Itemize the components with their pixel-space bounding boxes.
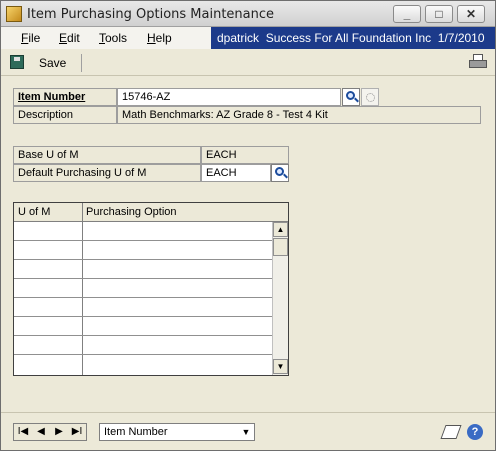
- help-icon[interactable]: ?: [467, 424, 483, 440]
- table-row[interactable]: [14, 260, 272, 279]
- floppy-disk-icon: [10, 55, 24, 69]
- toolbar-separator: [81, 54, 82, 72]
- menu-help[interactable]: Help: [147, 31, 172, 45]
- title-bar[interactable]: Item Purchasing Options Maintenance _ □ …: [1, 1, 495, 27]
- close-button[interactable]: ✕: [457, 5, 485, 23]
- item-note-button[interactable]: [361, 88, 379, 106]
- save-label: Save: [39, 56, 67, 70]
- table-row[interactable]: [14, 298, 272, 317]
- column-header-uom[interactable]: U of M: [18, 206, 50, 218]
- item-lookup-button[interactable]: [342, 88, 360, 106]
- item-number-label[interactable]: Item Number: [13, 88, 117, 106]
- first-record-icon[interactable]: I◀: [15, 425, 31, 439]
- column-header-purchasing-option[interactable]: Purchasing Option: [86, 206, 177, 218]
- chevron-down-icon[interactable]: ▼: [238, 424, 254, 440]
- table-row[interactable]: [14, 317, 272, 336]
- item-number-field[interactable]: 15746-AZ: [117, 88, 341, 106]
- table-row[interactable]: [14, 355, 272, 374]
- scroll-down-icon[interactable]: ▼: [273, 359, 288, 374]
- table-row[interactable]: [14, 222, 272, 241]
- note-icon[interactable]: [440, 425, 462, 439]
- last-record-icon[interactable]: ▶I: [69, 425, 85, 439]
- base-uom-label: Base U of M: [13, 146, 201, 164]
- default-purchasing-uom-label: Default Purchasing U of M: [13, 164, 201, 182]
- purchasing-options-grid: U of M Purchasing Option ▲ ▼: [13, 202, 289, 376]
- user-name: dpatrick: [217, 31, 260, 45]
- menu-edit[interactable]: Edit: [59, 31, 80, 45]
- minimize-button[interactable]: _: [393, 5, 421, 23]
- note-dots-icon: [366, 93, 375, 102]
- scroll-up-icon[interactable]: ▲: [273, 222, 288, 237]
- user-info-bar: dpatrick Success For All Foundation Inc …: [211, 27, 495, 49]
- base-uom-value: EACH: [201, 146, 289, 164]
- company-name: Success For All Foundation Inc: [265, 31, 432, 45]
- bottom-bar: I◀ ◀ ▶ ▶I Item Number ▼ ?: [1, 412, 495, 450]
- table-row[interactable]: [14, 336, 272, 355]
- record-navigation: I◀ ◀ ▶ ▶I: [13, 423, 87, 441]
- description-label: Description: [13, 106, 117, 124]
- menu-file[interactable]: File: [21, 31, 40, 45]
- grid-scrollbar[interactable]: ▲ ▼: [272, 222, 288, 375]
- default-purchasing-uom-field[interactable]: EACH: [201, 164, 271, 182]
- maximize-button[interactable]: □: [425, 5, 453, 23]
- sort-by-dropdown[interactable]: Item Number ▼: [99, 423, 255, 441]
- description-value: Math Benchmarks: AZ Grade 8 - Test 4 Kit: [117, 106, 481, 124]
- menu-tools[interactable]: Tools: [99, 31, 127, 45]
- toolbar: Save: [1, 50, 495, 76]
- window-title: Item Purchasing Options Maintenance: [27, 7, 275, 22]
- printer-icon[interactable]: [469, 54, 487, 70]
- scroll-thumb[interactable]: [273, 238, 288, 256]
- grid-header: U of M Purchasing Option: [14, 203, 288, 222]
- save-button[interactable]: Save: [7, 54, 77, 72]
- app-icon: [6, 6, 22, 22]
- table-row[interactable]: [14, 279, 272, 298]
- item-purchasing-options-window: Item Purchasing Options Maintenance _ □ …: [0, 0, 496, 451]
- uom-lookup-button[interactable]: [271, 164, 289, 182]
- table-row[interactable]: [14, 241, 272, 260]
- previous-record-icon[interactable]: ◀: [33, 425, 49, 439]
- user-date: 1/7/2010: [437, 31, 485, 45]
- next-record-icon[interactable]: ▶: [51, 425, 67, 439]
- sort-by-value: Item Number: [104, 426, 168, 438]
